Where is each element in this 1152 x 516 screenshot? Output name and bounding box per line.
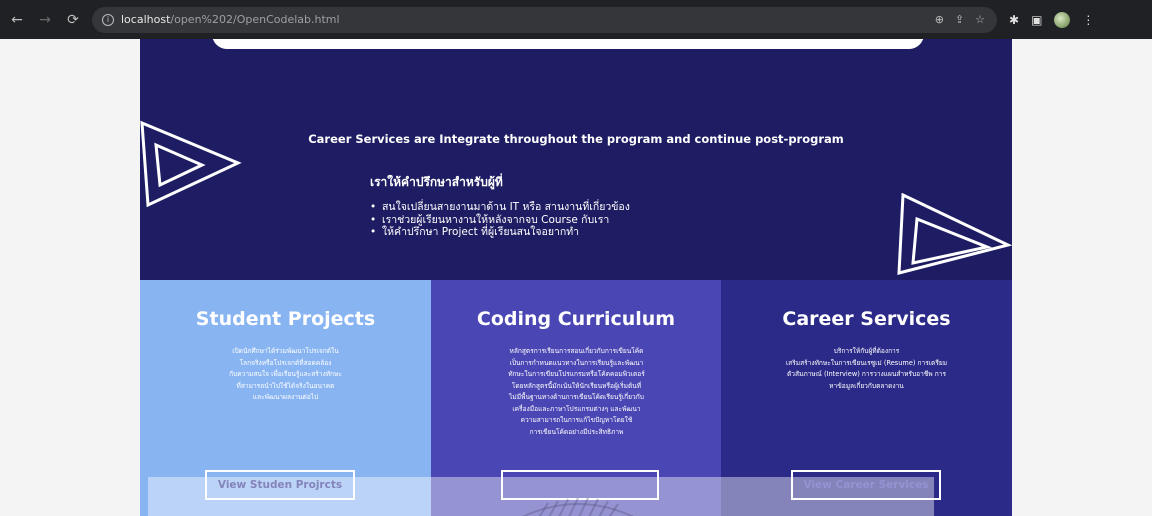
list-item: ให้คำปรึกษา Project ที่ผู้เรียนสนใจอยากท… (370, 226, 630, 239)
career-section: Career Services are Integrate throughout… (140, 39, 1012, 516)
top-pill-decoration (212, 39, 924, 49)
card-description: บริการให้กับผู้ที่ต้องการ เสริมสร้างทักษ… (785, 347, 948, 390)
profile-avatar[interactable] (1054, 11, 1071, 28)
card-title: Coding Curriculum (476, 308, 676, 330)
zoom-icon[interactable]: ⊕ (935, 13, 944, 26)
info-icon[interactable]: i (102, 13, 114, 26)
card-title: Career Services (782, 308, 951, 330)
bookmark-star-icon[interactable]: ☆ (975, 13, 985, 26)
share-icon[interactable]: ⇪ (955, 13, 964, 26)
card-description: เปิดนักศึกษาได้ร่วมพัฒนาโปรเจกต์ใน โลกจร… (229, 347, 342, 401)
advice-list: สนใจเปลี่ยนสายงานมาด้าน IT หรือ สานงานที… (370, 201, 630, 239)
card-description: หลักสูตรการเรียนการสอนเกี่ยวกับการเขียนโ… (508, 347, 645, 436)
card-title: Student Projects (195, 308, 376, 330)
back-arrow-icon[interactable]: ← (6, 9, 28, 31)
browser-toolbar: ← → ⟳ i localhost/open%202/OpenCodelab.h… (0, 0, 1152, 39)
career-services-heading: Career Services are Integrate throughout… (308, 132, 844, 146)
menu-kebab-icon[interactable]: ⋮ (1082, 13, 1094, 27)
triangle-decoration-left (140, 120, 242, 208)
extensions-icon[interactable]: ✱ (1009, 13, 1019, 27)
page-viewport: Career Services are Integrate throughout… (0, 39, 1152, 516)
reload-icon[interactable]: ⟳ (62, 9, 84, 31)
url-path: /open%202/OpenCodelab.html (170, 13, 340, 26)
url-host: localhost (121, 13, 171, 26)
list-item: เราช่วยผู้เรียนหางานให้หลังจากจบ Course … (370, 214, 630, 227)
list-item: สนใจเปลี่ยนสายงานมาด้าน IT หรือ สานงานที… (370, 201, 630, 214)
watermark-logo (522, 497, 634, 516)
side-panel-icon[interactable]: ▣ (1031, 13, 1042, 27)
forward-arrow-icon[interactable]: → (34, 9, 56, 31)
address-bar[interactable]: i localhost/open%202/OpenCodelab.html ⊕ … (92, 6, 997, 33)
advice-heading: เราให้คำปรึกษาสำหรับผู้ที่ (370, 175, 503, 189)
